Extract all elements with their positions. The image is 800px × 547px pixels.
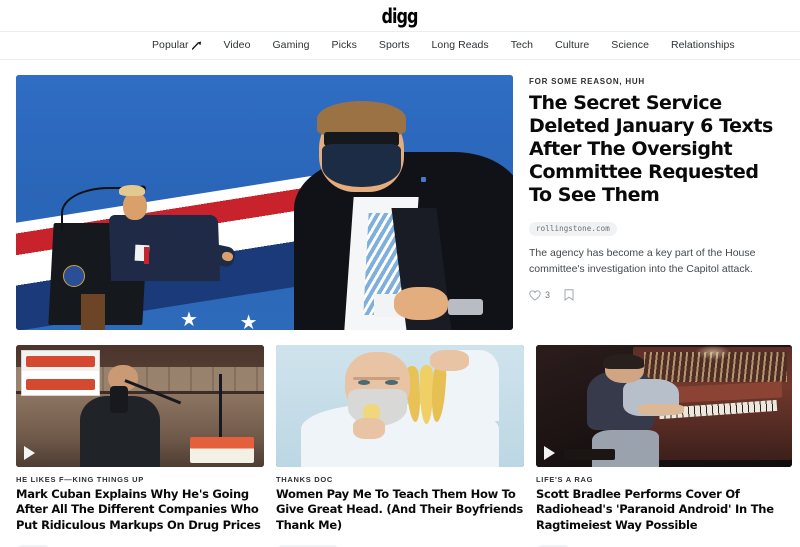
heart-icon xyxy=(529,290,541,301)
save-button[interactable] xyxy=(564,289,574,302)
nav-item-long-reads[interactable]: Long Reads xyxy=(432,40,489,51)
story-card: HE LIKES F—KING THINGS UP Mark Cuban Exp… xyxy=(16,345,264,547)
card-image[interactable] xyxy=(16,345,264,467)
hero-description: The agency has become a key part of the … xyxy=(529,246,756,275)
like-button[interactable]: 3 xyxy=(529,290,550,301)
hero-eyebrow: FOR SOME REASON, HUH xyxy=(529,77,645,86)
primary-navigation: Popular Video Gaming Picks Sports Long R… xyxy=(0,31,800,60)
card-image-art xyxy=(276,345,524,467)
nav-item-sports[interactable]: Sports xyxy=(379,40,410,51)
card-image[interactable] xyxy=(276,345,524,467)
like-count: 3 xyxy=(545,289,551,300)
card-image-art xyxy=(536,345,792,467)
nav-item-gaming[interactable]: Gaming xyxy=(272,40,309,51)
hero-image[interactable]: ★ ★ ★ ★ xyxy=(16,75,513,330)
trending-up-icon xyxy=(191,41,202,50)
page-body: ★ ★ ★ ★ xyxy=(0,60,800,547)
digg-logo[interactable]: digg xyxy=(382,6,419,26)
card-headline[interactable]: Women Pay Me To Teach Them How To Give G… xyxy=(276,487,524,533)
card-eyebrow: LIFE'S A RAG xyxy=(536,475,594,484)
story-card: LIFE'S A RAG Scott Bradlee Performs Cove… xyxy=(536,345,792,547)
nav-item-tech[interactable]: Tech xyxy=(511,40,533,51)
hero-text-column: FOR SOME REASON, HUH The Secret Service … xyxy=(529,75,784,330)
nav-item-relationships[interactable]: Relationships xyxy=(671,40,735,51)
bookmark-icon xyxy=(564,289,574,302)
card-image-art xyxy=(16,345,264,467)
hero-image-art: ★ ★ ★ ★ xyxy=(16,75,513,330)
card-eyebrow: HE LIKES F—KING THINGS UP xyxy=(16,475,144,484)
story-card-row: HE LIKES F—KING THINGS UP Mark Cuban Exp… xyxy=(16,345,792,547)
story-card: THANKS DOC Women Pay Me To Teach Them Ho… xyxy=(276,345,524,547)
hero-story: ★ ★ ★ ★ xyxy=(16,75,784,330)
card-eyebrow: THANKS DOC xyxy=(276,475,333,484)
hero-headline[interactable]: The Secret Service Deleted January 6 Tex… xyxy=(529,92,784,208)
masthead: digg xyxy=(0,0,800,31)
card-headline[interactable]: Scott Bradlee Performs Cover Of Radiohea… xyxy=(536,487,792,533)
play-icon[interactable] xyxy=(544,446,555,460)
nav-item-science[interactable]: Science xyxy=(611,40,649,51)
card-headline[interactable]: Mark Cuban Explains Why He's Going After… xyxy=(16,487,264,533)
nav-item-popular[interactable]: Popular xyxy=(152,40,202,51)
nav-items-container: Popular Video Gaming Picks Sports Long R… xyxy=(0,40,735,51)
nav-item-picks[interactable]: Picks xyxy=(332,40,357,51)
hero-source-badge[interactable]: rollingstone.com xyxy=(529,222,617,236)
hero-actions: 3 xyxy=(529,289,784,302)
nav-item-label: Popular xyxy=(152,39,189,52)
nav-item-culture[interactable]: Culture xyxy=(555,40,589,51)
card-image[interactable] xyxy=(536,345,792,467)
nav-item-video[interactable]: Video xyxy=(224,40,251,51)
play-icon[interactable] xyxy=(24,446,35,460)
